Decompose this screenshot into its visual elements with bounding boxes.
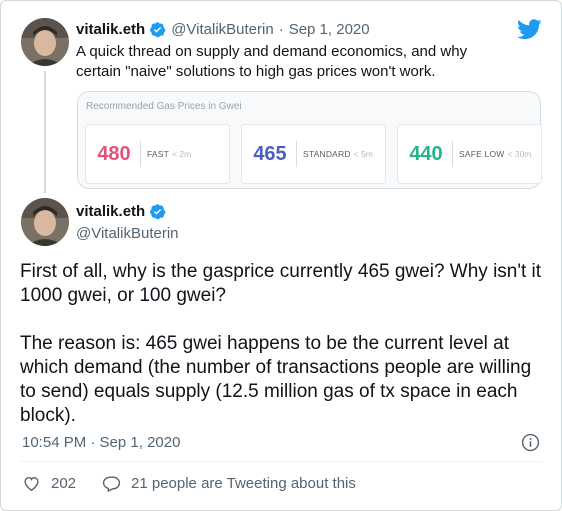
gas-value: 440 <box>409 142 443 165</box>
gas-divider <box>140 141 141 167</box>
tweet-paragraph: First of all, why is the gasprice curren… <box>20 261 542 306</box>
verified-badge-icon <box>150 22 166 38</box>
main-tweet-handle-row: @VitalikButerin <box>76 225 179 242</box>
heart-icon <box>24 477 39 492</box>
main-tweet-author: vitalik.eth <box>76 203 166 220</box>
tweet-timestamp[interactable]: 10:54 PM · Sep 1, 2020 <box>22 434 180 451</box>
gas-price-standard: 465 STANDARD < 5m <box>241 124 386 184</box>
tweet-embed: vitalik.eth @VitalikButerin · Sep 1, 202… <box>0 0 562 511</box>
gas-value: 480 <box>97 142 131 165</box>
separator-dot: · <box>278 21 284 38</box>
info-icon[interactable] <box>521 433 540 452</box>
thread-connector-line <box>44 71 46 193</box>
gas-price-card[interactable]: Recommended Gas Prices in Gwei 480 FAST … <box>77 91 542 189</box>
author-handle[interactable]: @VitalikButerin <box>76 225 179 242</box>
verified-badge-icon <box>150 204 166 220</box>
gas-time: < 5m <box>353 149 373 159</box>
tweet-date[interactable]: Sep 1, 2020 <box>289 21 370 38</box>
gas-divider <box>452 141 453 167</box>
like-count: 202 <box>51 475 77 492</box>
gas-time: < 30m <box>507 149 532 159</box>
main-tweet-text: First of all, why is the gasprice curren… <box>20 260 545 428</box>
gas-price-fast: 480 FAST < 2m <box>85 124 230 184</box>
avatar[interactable] <box>21 18 69 66</box>
author-name[interactable]: vitalik.eth <box>76 21 145 38</box>
gas-label: FAST <box>147 149 170 159</box>
avatar[interactable] <box>21 198 69 246</box>
tweeting-about-link[interactable]: 21 people are Tweeting about this <box>102 474 356 493</box>
author-name[interactable]: vitalik.eth <box>76 203 145 220</box>
gas-label: SAFE LOW <box>459 149 505 159</box>
like-button[interactable]: 202 <box>22 474 76 493</box>
reply-tweet-header: vitalik.eth @VitalikButerin · Sep 1, 202… <box>76 21 370 38</box>
gas-value: 465 <box>253 142 287 165</box>
card-title: Recommended Gas Prices in Gwei <box>86 101 242 112</box>
author-handle[interactable]: @VitalikButerin <box>171 21 274 38</box>
gas-label: STANDARD <box>303 149 351 159</box>
gas-divider <box>296 141 297 167</box>
twitter-bird-icon[interactable] <box>517 19 542 40</box>
tweet-paragraph: The reason is: 465 gwei happens to be th… <box>20 333 532 426</box>
gas-time: < 2m <box>172 149 192 159</box>
tweeting-about-text: 21 people are Tweeting about this <box>131 475 356 492</box>
gas-price-safe-low: 440 SAFE LOW < 30m <box>397 124 542 184</box>
reply-tweet-text: A quick thread on supply and demand econ… <box>76 43 468 80</box>
speech-bubble-icon <box>102 476 121 493</box>
divider <box>20 461 542 462</box>
